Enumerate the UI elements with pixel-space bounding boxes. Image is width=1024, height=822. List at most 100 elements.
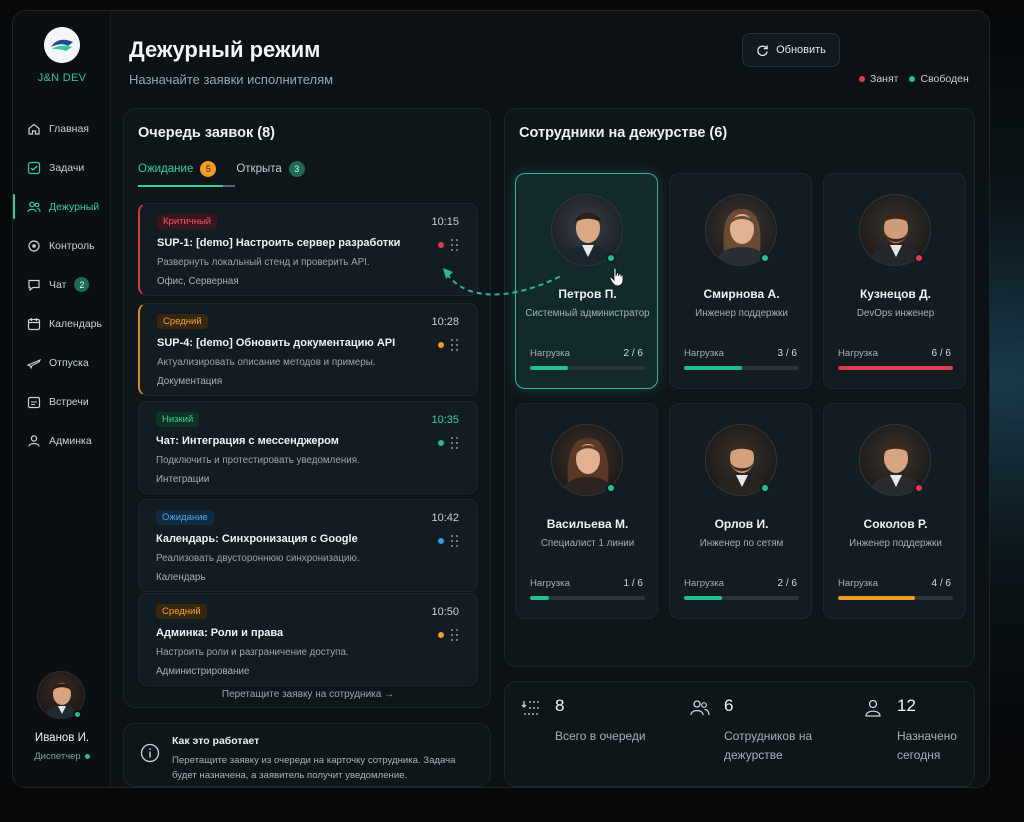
employee-card[interactable]: Смирнова А. Инженер поддержки Нагрузка 3…: [669, 173, 812, 389]
hand-cursor-icon: [609, 267, 624, 287]
load-bar: [838, 366, 953, 370]
tab-badge: 5: [200, 161, 217, 177]
logo-icon[interactable]: [44, 27, 80, 63]
ticket-card[interactable]: Средний 10:50 Админка: Роли и права Наст…: [138, 593, 478, 686]
free-dot: [909, 76, 916, 82]
sidebar-item-label: Отпуска: [49, 356, 89, 369]
tab-label: Открыта: [236, 163, 282, 175]
ticket-time: 10:15: [431, 216, 459, 228]
ticket-card[interactable]: Средний 10:28 SUP-4: [demo] Обновить док…: [138, 303, 478, 396]
ticket-queue-panel: Очередь заявок (8) Ожидание 5 Открыта 3 …: [123, 108, 491, 708]
ticket-card[interactable]: Критичный 10:15 SUP-1: [demo] Настроить …: [138, 203, 478, 296]
sidebar-item-admin[interactable]: Админка: [13, 421, 111, 460]
sidebar-item-calendar[interactable]: Календарь: [13, 304, 111, 343]
tab-label: Ожидание: [138, 163, 194, 175]
drag-handle-icon[interactable]: [451, 535, 459, 547]
employee-role: Специалист 1 линии: [540, 538, 635, 549]
meeting-icon: [27, 396, 41, 408]
drag-handle-icon[interactable]: [451, 437, 459, 449]
priority-badge: Средний: [156, 604, 207, 619]
employee-card[interactable]: Соколов Р. Инженер поддержки Нагрузка 4 …: [823, 403, 966, 619]
employee-role: Системный администратор: [525, 308, 650, 319]
load-label: Нагрузка: [838, 578, 878, 589]
employee-card[interactable]: Орлов И. Инженер по сетям Нагрузка 2 / 6: [669, 403, 812, 619]
sidebar-item-duty[interactable]: Дежурный: [13, 187, 111, 226]
ticket-card[interactable]: Ожидание 10:42 Календарь: Синхронизация …: [138, 499, 478, 592]
ticket-title: SUP-4: [demo] Обновить документацию API: [157, 337, 396, 349]
refresh-button[interactable]: Обновить: [742, 33, 840, 67]
queue-icon: [521, 701, 539, 715]
load-bar: [838, 596, 953, 600]
sidebar-item-meetings[interactable]: Встречи: [13, 382, 111, 421]
refresh-icon: [757, 44, 768, 56]
ticket-title: Календарь: Синхронизация с Google: [156, 533, 358, 545]
page-subtitle: Назначайте заявки исполнителям: [129, 72, 334, 87]
sidebar-item-label: Встречи: [49, 395, 89, 408]
info-icon: [140, 743, 160, 763]
sidebar-item-tasks[interactable]: Задачи: [13, 148, 111, 187]
sidebar-item-label: Дежурный: [49, 200, 100, 213]
employee-role: Инженер поддержки: [849, 538, 942, 549]
legend-busy-label: Занят: [870, 73, 899, 85]
logo-text: J&N DEV: [37, 72, 87, 84]
load-bar-fill: [838, 596, 915, 600]
load-bar-fill: [684, 366, 742, 370]
ticket-time: 10:50: [431, 606, 459, 618]
ticket-category: Администрирование: [156, 666, 250, 677]
drag-handle-icon[interactable]: [451, 339, 459, 351]
load-value: 1 / 6: [623, 578, 643, 589]
stat-label: Назначено сегодня: [897, 729, 957, 762]
status-dot: [438, 440, 444, 446]
staff-title: Сотрудники на дежурстве (6): [519, 125, 728, 141]
sidebar-item-label: Календарь: [49, 317, 102, 330]
user-role-text: Диспетчер: [34, 751, 81, 762]
ticket-title: SUP-1: [demo] Настроить сервер разработк…: [157, 237, 401, 249]
ticket-description: Актуализировать описание методов и приме…: [157, 357, 376, 368]
user-role: Диспетчер: [13, 751, 111, 762]
ticket-category: Документация: [157, 376, 223, 387]
employee-name: Васильева М.: [546, 517, 629, 531]
sidebar-item-label: Админка: [49, 434, 92, 447]
load-bar-fill: [838, 366, 953, 370]
status-dot: [606, 483, 616, 493]
status-dot: [914, 253, 924, 263]
priority-badge: Низкий: [156, 412, 200, 427]
chat-unread-badge: 2: [74, 277, 90, 292]
load-bar-fill: [530, 596, 550, 600]
checkbox-icon: [27, 161, 41, 174]
drag-arrow-icon: [443, 268, 562, 296]
drag-handle-icon[interactable]: [451, 629, 459, 641]
stats-panel: 8 Всего в очереди 6 Сотрудников на дежур…: [504, 681, 975, 787]
tab-badge: 3: [288, 161, 305, 177]
drag-hint: Перетащите заявку на сотрудника →: [221, 689, 395, 700]
tab-open[interactable]: Открыта 3: [223, 161, 305, 187]
employee-name: Соколов Р.: [863, 517, 928, 531]
ticket-category: Интеграции: [156, 474, 210, 485]
users-icon: [27, 201, 41, 212]
load-value: 2 / 6: [623, 348, 643, 359]
sidebar-item-home[interactable]: Главная: [13, 109, 111, 148]
employee-card[interactable]: Васильева М. Специалист 1 линии Нагрузка…: [515, 403, 658, 619]
home-icon: [28, 123, 40, 135]
load-label: Нагрузка: [684, 348, 724, 359]
stat-value: 12: [897, 696, 916, 715]
load-bar: [530, 596, 645, 600]
legend-free-label: Свободен: [920, 73, 969, 85]
ticket-description: Подключить и протестировать уведомления.: [156, 455, 360, 466]
employee-card[interactable]: Кузнецов Д. DevOps инженер Нагрузка 6 / …: [823, 173, 966, 389]
stat-label: Сотрудников на дежурстве: [724, 729, 813, 762]
load-value: 4 / 6: [931, 578, 951, 589]
sidebar-item-chat[interactable]: Чат 2: [13, 265, 111, 304]
queue-tabs: Ожидание 5 Открыта 3: [138, 161, 325, 187]
status-legend: Занят Свободен: [859, 73, 980, 85]
ticket-title: Админка: Роли и права: [156, 627, 284, 639]
sidebar-item-control[interactable]: Контроль: [13, 226, 111, 265]
employee-role: Инженер поддержки: [695, 308, 788, 319]
tab-waiting[interactable]: Ожидание 5: [138, 161, 225, 187]
howto-text: Перетащите заявку из очереди на карточку…: [172, 755, 456, 781]
sidebar-item-vacations[interactable]: Отпуска: [13, 343, 111, 382]
howto-title: Как это работает: [172, 735, 260, 747]
drag-handle-icon[interactable]: [451, 239, 459, 251]
ticket-card[interactable]: Низкий 10:35 Чат: Интеграция с мессендже…: [138, 401, 478, 494]
status-dot: [914, 483, 924, 493]
